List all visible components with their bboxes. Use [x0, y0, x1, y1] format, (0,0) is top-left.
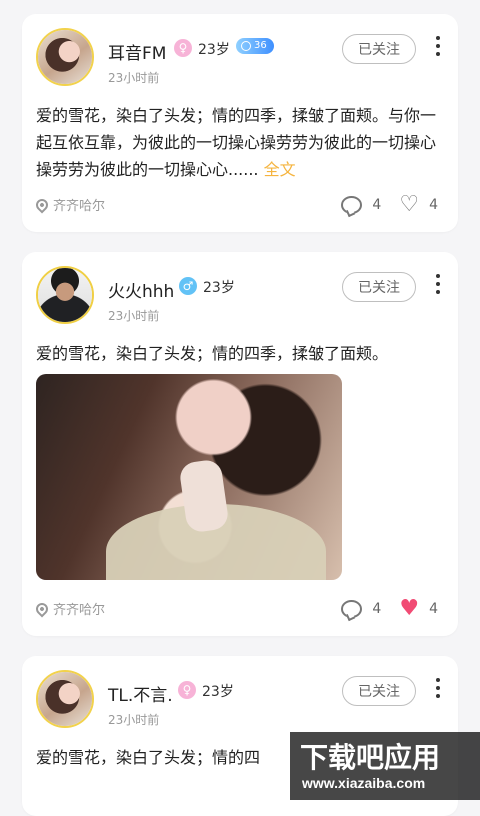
more-icon[interactable]: [434, 36, 442, 62]
avatar[interactable]: [36, 266, 94, 324]
like-count: 4: [429, 601, 438, 617]
follow-button[interactable]: 已关注: [342, 272, 416, 302]
post-stats: 4 ♥ 4: [341, 598, 438, 620]
age-label: 23岁: [202, 684, 234, 700]
location-pin-icon: [33, 196, 51, 213]
like-button[interactable]: ♡ 4: [399, 194, 438, 216]
age-label: 23岁: [203, 280, 235, 296]
post-text-content: 爱的雪花，染白了头发；情的四季，揉皱了面颊。与你一起互依互靠，为彼此的一切操心操…: [36, 106, 437, 179]
location-label: 齐齐哈尔: [53, 199, 106, 214]
follow-button[interactable]: 已关注: [342, 34, 416, 64]
watermark: 下载吧应用 www.xiazaiba.com: [290, 732, 480, 800]
location: 齐齐哈尔: [33, 195, 106, 214]
more-icon[interactable]: [434, 274, 442, 300]
post-card-1: 耳音FM ♀ 23岁 36 23小时前 已关注 爱的雪花，染白了头发；情的四季，…: [22, 14, 458, 232]
full-text-link[interactable]: 全文: [264, 160, 296, 179]
comment-icon: [341, 196, 363, 214]
post-time: 23小时前: [108, 71, 160, 85]
comment-button[interactable]: 4: [341, 196, 381, 214]
post-stats: 4 ♡ 4: [341, 194, 438, 216]
post-text: 爱的雪花，染白了头发；情的四季，揉皱了面颊。与你一起互依互靠，为彼此的一切操心操…: [36, 102, 442, 183]
female-icon: ♀: [178, 681, 196, 699]
like-count: 4: [429, 197, 438, 213]
user-name: 火火hhh: [108, 282, 175, 302]
age-label: 23岁: [198, 42, 230, 58]
location: 齐齐哈尔: [33, 599, 106, 618]
level-badge: 36: [236, 38, 274, 54]
comment-button[interactable]: 4: [341, 600, 381, 618]
more-icon[interactable]: [434, 678, 442, 704]
post-time: 23小时前: [108, 713, 160, 727]
heart-icon: ♡: [399, 192, 420, 217]
watermark-subtitle: www.xiazaiba.com: [302, 775, 426, 791]
female-icon: ♀: [174, 39, 192, 57]
location-pin-icon: [33, 600, 51, 617]
post-image[interactable]: [36, 374, 342, 580]
post-card-2: 火火hhh ♂ 23岁 23小时前 已关注 爱的雪花，染白了头发；情的四季，揉皱…: [22, 252, 458, 636]
user-name: 耳音FM: [108, 44, 167, 64]
heart-icon: ♥: [399, 596, 420, 621]
post-text: 爱的雪花，染白了头发；情的四季，揉皱了面颊。: [36, 344, 389, 363]
avatar[interactable]: [36, 28, 94, 86]
male-icon: ♂: [179, 277, 197, 295]
like-button[interactable]: ♥ 4: [399, 598, 438, 620]
post-time: 23小时前: [108, 309, 160, 323]
avatar[interactable]: [36, 670, 94, 728]
comment-count: 4: [372, 197, 382, 213]
location-label: 齐齐哈尔: [53, 603, 106, 618]
comment-count: 4: [372, 601, 382, 617]
user-name: TL.不言.: [108, 686, 173, 706]
watermark-title: 下载吧应用: [300, 742, 441, 773]
comment-icon: [341, 600, 363, 618]
follow-button[interactable]: 已关注: [342, 676, 416, 706]
